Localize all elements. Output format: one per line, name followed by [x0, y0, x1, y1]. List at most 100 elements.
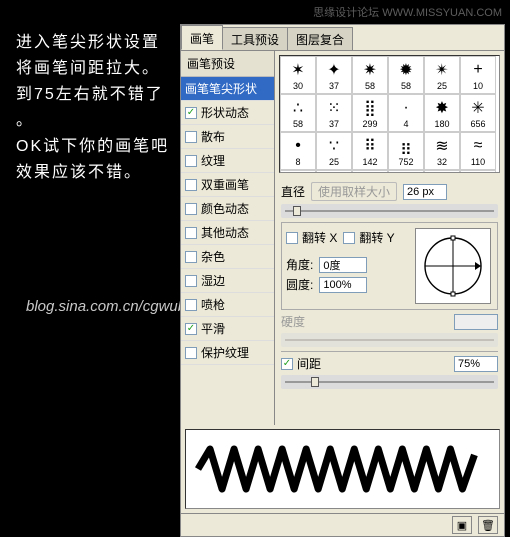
hardness-label: 硬度: [281, 313, 305, 330]
new-brush-icon[interactable]: ▣: [452, 516, 472, 534]
flip-y-checkbox[interactable]: [343, 232, 355, 244]
brush-swatch[interactable]: ▓42: [352, 170, 388, 173]
roundness-input[interactable]: [319, 277, 367, 293]
instr-line: 到75左右就不错了: [16, 82, 176, 108]
swatch-size-label: 299: [362, 119, 377, 129]
swatch-glyph-icon: ≋: [431, 135, 453, 157]
tab-tool-presets[interactable]: 工具预设: [222, 27, 288, 50]
setting-checkbox[interactable]: [185, 347, 197, 359]
setting-label: 纹理: [201, 152, 225, 169]
brush-swatch[interactable]: ✷58: [352, 56, 388, 94]
stroke-preview: [185, 429, 500, 509]
swatch-glyph-icon: ·: [395, 97, 417, 119]
setting-checkbox[interactable]: ✓: [185, 323, 197, 335]
brush-swatch[interactable]: ✴25: [424, 56, 460, 94]
brush-swatch[interactable]: ⁙37: [316, 94, 352, 132]
swatch-glyph-icon: ✷: [359, 59, 381, 81]
setting-checkbox[interactable]: [185, 155, 197, 167]
brush-swatch[interactable]: ·4: [388, 94, 424, 132]
brush-swatch[interactable]: ✸180: [424, 94, 460, 132]
setting-label: 其他动态: [201, 224, 249, 241]
instr-line: 将画笔间距拉大。: [16, 56, 176, 82]
brush-swatch[interactable]: [460, 170, 496, 173]
brush-swatch[interactable]: ∴58: [280, 94, 316, 132]
setting-纹理[interactable]: 纹理: [181, 149, 274, 173]
panel-footer: ▣ 🗑: [181, 513, 504, 536]
flip-x-checkbox[interactable]: [286, 232, 298, 244]
brush-swatch[interactable]: ●21: [424, 170, 460, 173]
swatch-glyph-icon: ≈: [467, 135, 489, 157]
setting-label: 双重画笔: [201, 176, 249, 193]
spacing-input[interactable]: [454, 356, 498, 372]
swatch-glyph-icon: ✴: [431, 59, 453, 81]
setting-平滑[interactable]: ✓平滑: [181, 317, 274, 341]
brush-swatch[interactable]: ⣿299: [352, 94, 388, 132]
setting-湿边[interactable]: 湿边: [181, 269, 274, 293]
setting-散布[interactable]: 散布: [181, 125, 274, 149]
instr-line: 效果应该不错。: [16, 160, 176, 186]
brush-swatch[interactable]: ∵25: [316, 132, 352, 170]
setting-喷枪[interactable]: 喷枪: [181, 293, 274, 317]
setting-label: 杂色: [201, 248, 225, 265]
brush-swatch[interactable]: ≋32: [424, 132, 460, 170]
flip-x-label: 翻转 X: [302, 229, 337, 246]
setting-checkbox[interactable]: ✓: [185, 107, 197, 119]
tab-layer-comp[interactable]: 图层复合: [287, 27, 353, 50]
setting-checkbox[interactable]: [185, 131, 197, 143]
swatch-glyph-icon: ✹: [395, 59, 417, 81]
brush-swatch[interactable]: ≈110: [460, 132, 496, 170]
setting-checkbox[interactable]: [185, 275, 197, 287]
setting-杂色[interactable]: 杂色: [181, 245, 274, 269]
brush-swatch[interactable]: ✦37: [316, 56, 352, 94]
swatch-glyph-icon: ✸: [431, 97, 453, 119]
angle-input[interactable]: [319, 257, 367, 273]
setting-checkbox[interactable]: [185, 299, 197, 311]
spacing-slider[interactable]: [281, 375, 498, 389]
diameter-slider[interactable]: [281, 204, 498, 218]
brush-swatch[interactable]: ⠿142: [352, 132, 388, 170]
spacing-checkbox[interactable]: ✓: [281, 358, 293, 370]
diameter-input[interactable]: [403, 184, 447, 200]
diameter-label: 直径: [281, 183, 305, 200]
swatch-size-label: 142: [362, 157, 377, 167]
swatch-size-label: 656: [470, 119, 485, 129]
instr-line: OK试下你的画笔吧: [16, 134, 176, 160]
setting-checkbox[interactable]: [185, 251, 197, 263]
setting-颜色动态[interactable]: 颜色动态: [181, 197, 274, 221]
blog-url: blog.sina.com.cn/cgwubin: [26, 298, 198, 315]
swatch-size-label: 30: [293, 81, 303, 91]
swatch-glyph-icon: ⣿: [359, 97, 381, 119]
brush-swatch[interactable]: ✶30: [280, 56, 316, 94]
brush-swatch-grid[interactable]: ✶30✦37✷58✹58✴25+10∴58⁙37⣿299·4✸180✳656•8…: [279, 55, 500, 173]
angle-dial[interactable]: [415, 228, 491, 304]
setting-checkbox[interactable]: [185, 203, 197, 215]
brush-swatch[interactable]: ✹58: [388, 56, 424, 94]
site-watermark: 思缘设计论坛 WWW.MISSYUAN.COM: [305, 0, 510, 24]
brush-swatch[interactable]: •8: [280, 132, 316, 170]
hardness-input: [454, 314, 498, 330]
setting-双重画笔[interactable]: 双重画笔: [181, 173, 274, 197]
brush-swatch[interactable]: ⣶752: [388, 132, 424, 170]
settings-header[interactable]: 画笔预设: [181, 51, 274, 77]
swatch-size-label: 37: [329, 81, 339, 91]
setting-label: 画笔笔尖形状: [185, 80, 257, 97]
brush-swatch[interactable]: ▒90: [388, 170, 424, 173]
brush-swatch[interactable]: +10: [460, 56, 496, 94]
tab-brush[interactable]: 画笔: [181, 25, 223, 50]
brush-swatch[interactable]: V21: [280, 170, 316, 173]
setting-画笔笔尖形状[interactable]: 画笔笔尖形状: [181, 77, 274, 101]
setting-label: 保护纹理: [201, 344, 249, 361]
setting-其他动态[interactable]: 其他动态: [181, 221, 274, 245]
angle-label: 角度:: [286, 256, 313, 273]
setting-形状动态[interactable]: ✓形状动态: [181, 101, 274, 125]
setting-label: 喷枪: [201, 296, 225, 313]
brush-swatch[interactable]: V26: [316, 170, 352, 173]
setting-保护纹理[interactable]: 保护纹理: [181, 341, 274, 365]
trash-icon[interactable]: 🗑: [478, 516, 498, 534]
setting-label: 散布: [201, 128, 225, 145]
sample-size-button[interactable]: 使用取样大小: [311, 182, 397, 201]
brush-swatch[interactable]: ✳656: [460, 94, 496, 132]
setting-checkbox[interactable]: [185, 179, 197, 191]
setting-checkbox[interactable]: [185, 227, 197, 239]
swatch-size-label: 110: [471, 157, 485, 167]
